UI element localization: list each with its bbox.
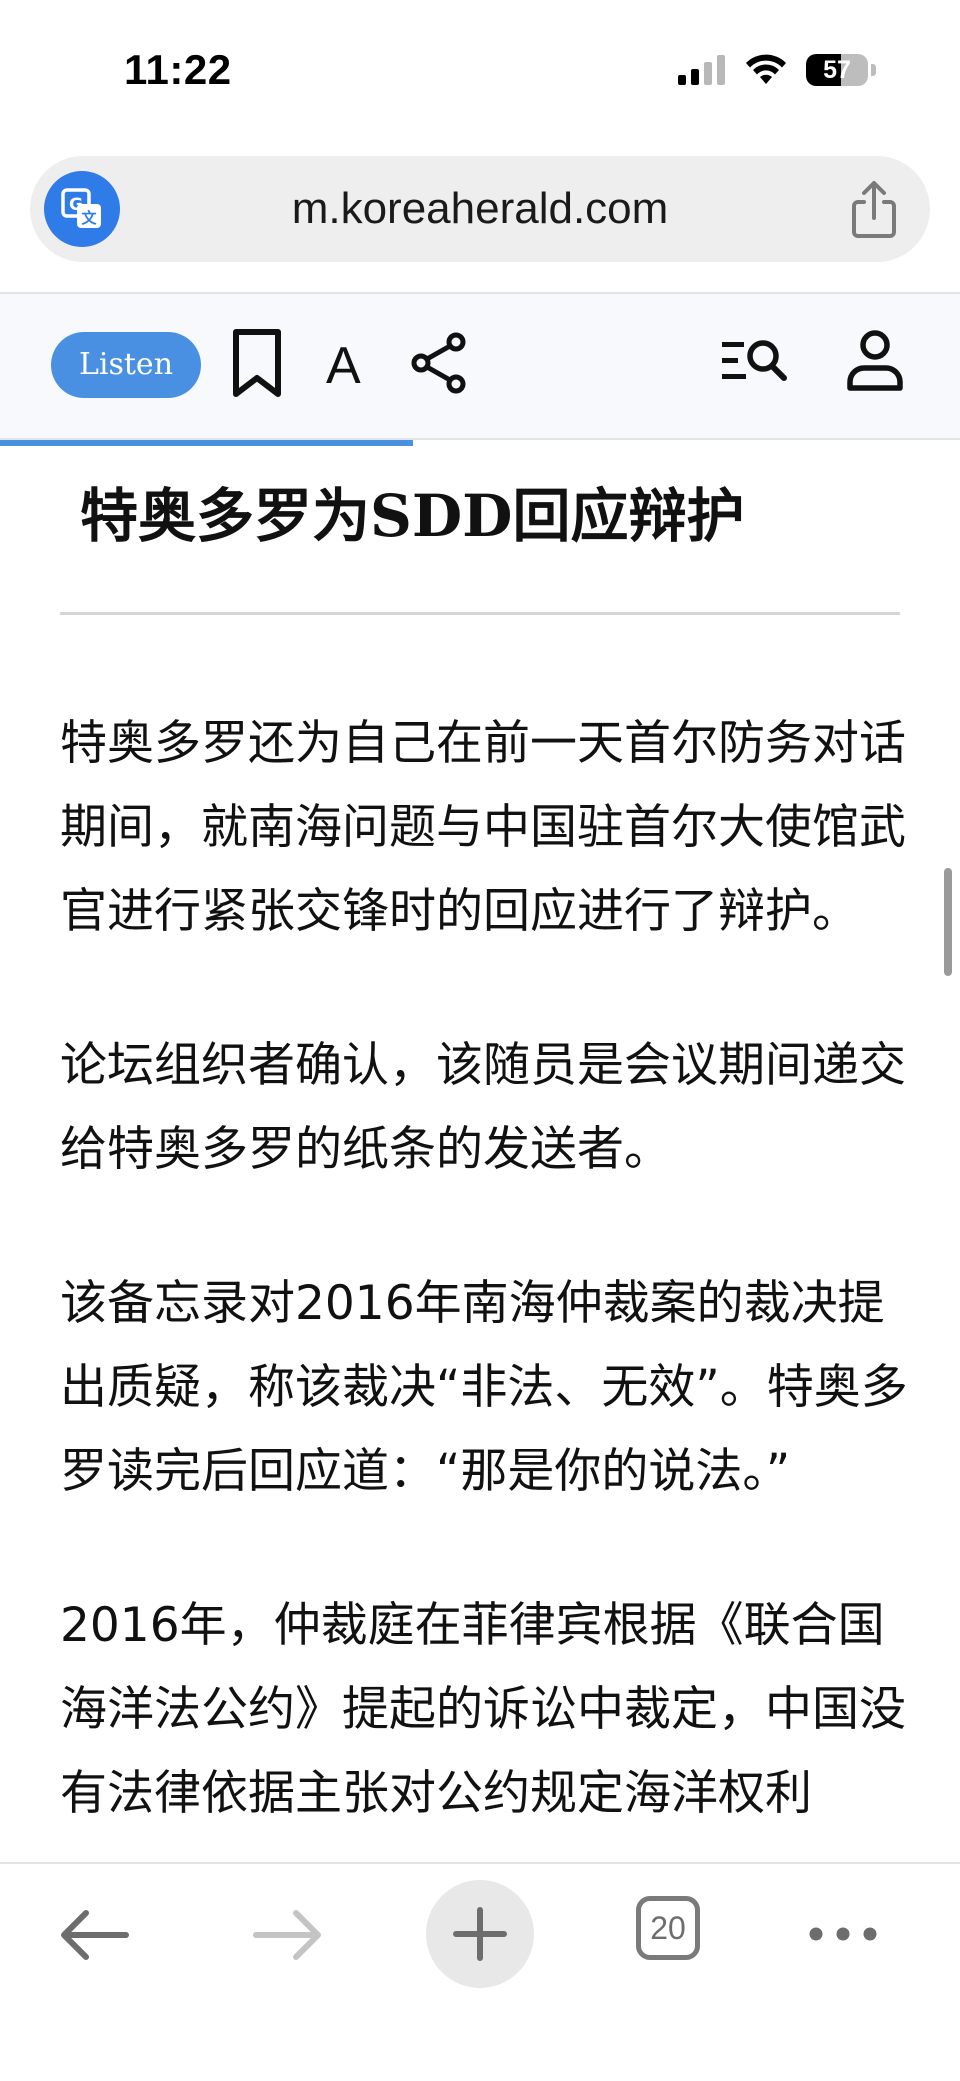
translate-button[interactable]: G 文	[44, 171, 120, 247]
tabs-button[interactable]: 20	[636, 1896, 700, 1960]
arrow-left-icon[interactable]	[58, 1908, 130, 1962]
scrollbar-thumb[interactable]	[944, 868, 952, 976]
plus-icon	[453, 1907, 507, 1961]
new-tab-button[interactable]	[426, 1880, 534, 1988]
article-title: 特奥多罗为SDD回应辩护	[80, 482, 745, 550]
search-menu-icon[interactable]	[720, 336, 790, 386]
bookmark-icon[interactable]	[228, 328, 286, 400]
article-paragraph: 2016年，仲裁庭在菲律宾根据《联合国海洋法公约》提起的诉讼中裁定，中国没有法律…	[60, 1598, 906, 1821]
person-icon[interactable]	[846, 328, 904, 392]
listen-button[interactable]: Listen	[51, 332, 201, 398]
article-paragraph: 论坛组织者确认，该随员是会议期间递交给特奥多罗的纸条的发送者。	[60, 1038, 906, 1177]
battery-indicator: 57	[806, 54, 868, 86]
page-share-button[interactable]	[844, 178, 904, 240]
translate-icon: G 文	[61, 188, 101, 228]
status-time: 11:22	[124, 46, 232, 93]
url-text[interactable]: m.koreaherald.com	[140, 156, 820, 262]
browser-bottom-bar: 20	[0, 1862, 960, 2081]
cellular-signal-icon	[678, 55, 725, 85]
more-dots-icon[interactable]	[808, 1924, 878, 1944]
share-icon	[852, 181, 896, 238]
status-bar: 11:22 57	[0, 0, 960, 140]
battery-tip	[871, 64, 876, 76]
article-paragraph: 特奥多罗还为自己在前一天首尔防务对话期间，就南海问题与中国驻首尔大使馆武官进行紧…	[60, 716, 906, 939]
reading-progress-fill	[0, 440, 413, 446]
font-size-button[interactable]: A	[326, 336, 361, 396]
wifi-icon	[746, 54, 786, 84]
title-divider	[60, 612, 900, 615]
status-icons: 57	[678, 50, 876, 90]
article-toolbar: Listen A	[0, 294, 960, 438]
reading-progress-bar	[0, 440, 960, 446]
svg-text:文: 文	[81, 209, 97, 227]
address-bar[interactable]: G 文 m.koreaherald.com	[30, 156, 930, 262]
share-nodes-icon[interactable]	[410, 332, 468, 394]
article-body: 特奥多罗还为自己在前一天首尔防务对话期间，就南海问题与中国驻首尔大使馆武官进行紧…	[60, 702, 910, 1862]
arrow-right-icon[interactable]	[252, 1908, 324, 1962]
article-paragraph: 该备忘录对2016年南海仲裁案的裁决提出质疑，称该裁决“非法、无效”。特奥多罗读…	[60, 1276, 908, 1499]
battery-level: 57	[823, 56, 851, 84]
